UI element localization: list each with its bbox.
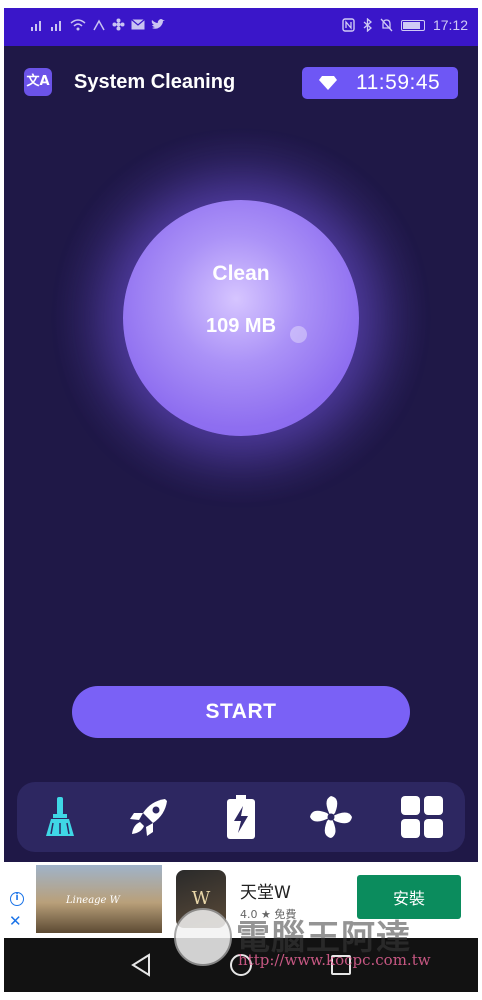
- wifi-icon: [70, 18, 86, 30]
- diamond-icon: [319, 76, 337, 90]
- battery-icon: [400, 19, 425, 31]
- fan-icon: [310, 796, 352, 838]
- signal-icon: [31, 20, 41, 31]
- ad-info-icon[interactable]: i: [10, 892, 24, 906]
- rocket-icon: [130, 799, 167, 836]
- bluetooth-icon: [363, 18, 372, 32]
- status-bar: 17:12: [4, 8, 478, 46]
- twitter-icon: [151, 18, 165, 29]
- orb-label: Clean: [212, 262, 270, 285]
- ad-image[interactable]: Lineage W: [36, 865, 162, 933]
- bubble: [290, 326, 307, 343]
- battery-charge-icon: [227, 795, 255, 839]
- mute-icon: [380, 18, 393, 32]
- timer-badge[interactable]: 11:59:45: [302, 67, 458, 99]
- ad-banner-text: Lineage W: [66, 895, 120, 906]
- watermark-url: http://www.kocpc.com.tw: [238, 951, 431, 969]
- nav-item-clean[interactable]: [35, 792, 85, 842]
- fan-icon: [112, 18, 125, 31]
- status-time: 17:12: [432, 17, 468, 33]
- nav-item-more[interactable]: [397, 792, 447, 842]
- grid-icon: [401, 796, 443, 838]
- status-bar-right: 17:12: [342, 17, 468, 33]
- clean-orb[interactable]: Clean 109 MB: [123, 200, 359, 436]
- signal-icon: [51, 20, 61, 31]
- mail-icon: [131, 19, 145, 30]
- timer-text: 11:59:45: [356, 71, 441, 94]
- close-icon[interactable]: ✕: [9, 914, 22, 929]
- ad-app-name: 天堂W: [240, 883, 291, 903]
- junk-size: 109 MB: [205, 315, 277, 337]
- status-bar-left: [30, 18, 165, 31]
- page-title: System Cleaning: [74, 71, 236, 93]
- nav-item-cooler[interactable]: [306, 792, 356, 842]
- nfc-icon: [93, 18, 105, 30]
- app-screen: 17:12 文A System Cleaning 11:59:45 Clean …: [4, 8, 478, 992]
- nav-item-battery[interactable]: [216, 792, 266, 842]
- nav-item-boost[interactable]: [124, 792, 174, 842]
- start-button[interactable]: START: [72, 686, 410, 738]
- back-button[interactable]: [126, 950, 156, 980]
- back-icon: [131, 953, 150, 977]
- translate-icon[interactable]: 文A: [24, 68, 52, 96]
- broom-icon: [46, 797, 74, 836]
- nfc-icon: [342, 18, 355, 32]
- watermark-mascot: [174, 908, 232, 966]
- bottom-nav: [17, 782, 465, 852]
